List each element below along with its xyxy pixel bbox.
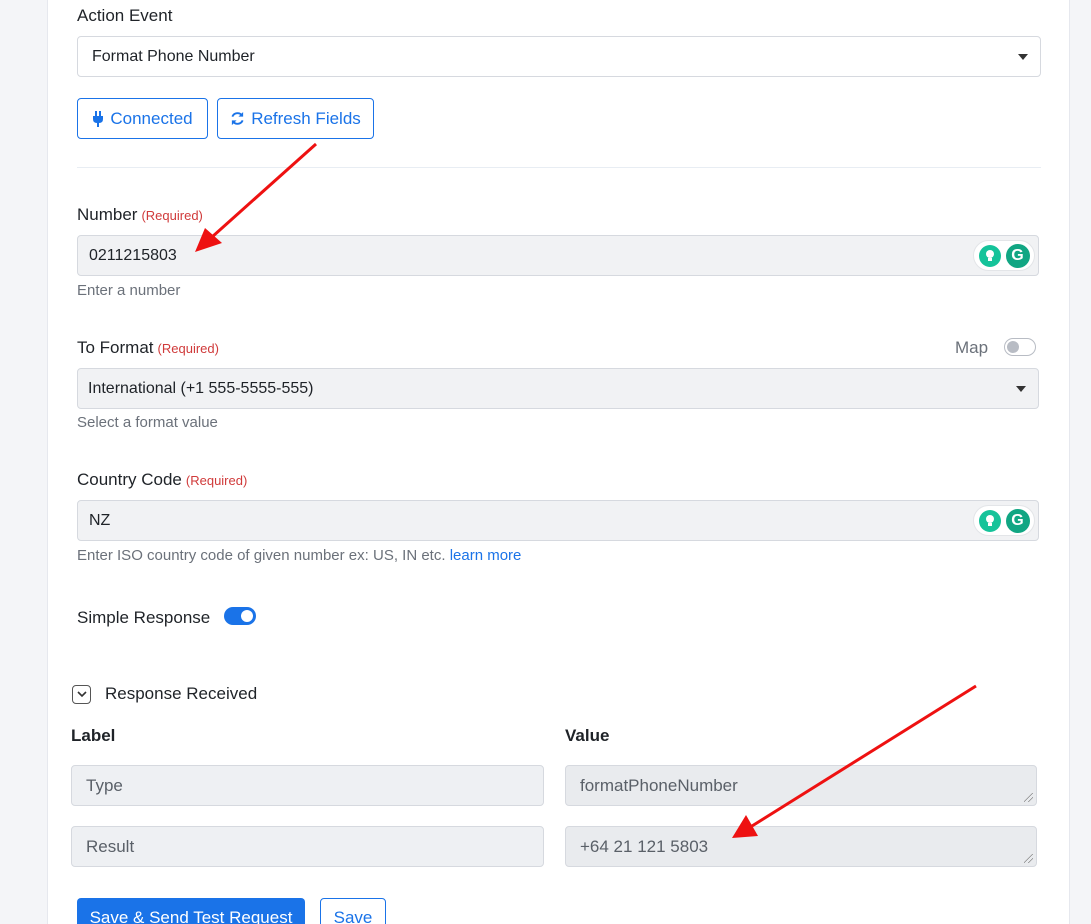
annotation-arrow-number [195, 142, 317, 252]
annotation-arrow-result [732, 684, 977, 838]
annotation-arrows [195, 142, 977, 838]
